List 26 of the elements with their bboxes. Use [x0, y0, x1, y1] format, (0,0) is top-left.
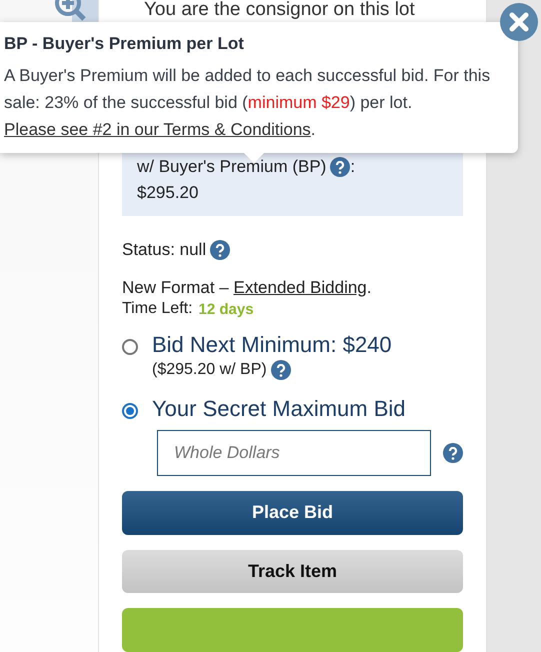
consignor-notice: You are the consignor on this lot [144, 0, 416, 20]
help-icon[interactable] [443, 443, 463, 463]
premium-label: w/ Buyer's Premium (BP) [137, 156, 326, 178]
format-period: . [366, 278, 372, 298]
premium-amount: $295.20 [137, 183, 198, 202]
tooltip-title: BP - Buyer's Premium per Lot [4, 34, 245, 54]
status-text: Status: null [122, 240, 206, 260]
place-bid-button[interactable]: Place Bid [122, 491, 463, 535]
terms-link[interactable]: Please see #2 in our Terms & Conditions [4, 120, 311, 139]
max-bid-field[interactable]: Whole Dollars [157, 430, 432, 476]
time-left-label: Time Left: [122, 300, 193, 318]
bid-option-note: ($295.20 w/ BP) [152, 361, 267, 379]
radio-button[interactable] [122, 403, 138, 419]
help-icon[interactable] [270, 360, 291, 380]
format-prefix: New Format – [122, 278, 230, 298]
radio-button[interactable] [122, 339, 138, 355]
track-item-button[interactable]: Track Item [122, 550, 463, 594]
close-icon[interactable] [509, 12, 529, 32]
tooltip-text: A Buyer's Premium will be added to each successful bid. For this sale: 23% of the successful bid (minimum $29) per lot. Please see #2 in our Terms & Conditions. [4, 65, 492, 141]
help-icon[interactable] [210, 240, 230, 260]
help-icon[interactable] [330, 157, 350, 177]
premium-colon: : [350, 156, 356, 178]
time-left-value: 12 days [198, 300, 254, 318]
bid-option-label[interactable]: Your Secret Maximum Bid [152, 396, 406, 422]
extended-bidding-link[interactable]: Extended Bidding [233, 278, 367, 298]
bid-option-label[interactable]: Bid Next Minimum: $240 [152, 332, 392, 358]
